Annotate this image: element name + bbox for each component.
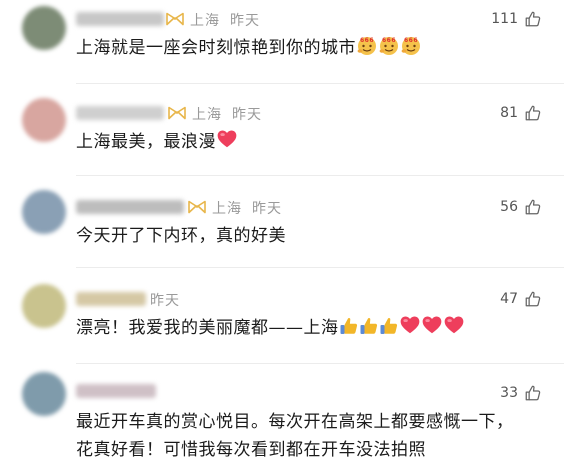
comment-body-line: 花真好看！可惜我每次看到都在开车没法拍照 (76, 440, 426, 460)
comment-body: 上海就是一座会时刻惊艳到你的城市 (76, 38, 356, 58)
comment-meta: 上海 昨天 (212, 198, 282, 218)
like-count: 81 (500, 105, 518, 121)
thumbs-up-emoji-icon (339, 316, 359, 336)
comment-text: 上海就是一座会时刻惊艳到你的城市 (76, 34, 422, 62)
comment-body-line: 最近开车真的赏心悦目。每次开在高架上都要感慨一下， (76, 412, 514, 432)
thumbs-up-outline-icon (524, 104, 542, 122)
like-button[interactable]: 56 (500, 198, 542, 216)
thumbs-up-outline-icon (524, 290, 542, 308)
666-face-emoji-icon (356, 34, 378, 56)
like-button[interactable]: 33 (500, 384, 542, 402)
heart-emoji-icon (421, 314, 443, 336)
avatar[interactable] (22, 372, 66, 416)
username[interactable] (76, 384, 156, 398)
avatar[interactable] (22, 98, 66, 142)
comment-body: 漂亮！我爱我的美丽魔都——上海 (76, 318, 339, 338)
like-count: 56 (500, 199, 518, 215)
avatar[interactable] (22, 6, 66, 50)
comment-time: 昨天 (232, 107, 262, 123)
comment-text: 上海最美，最浪漫 (76, 128, 238, 156)
comment-text: 最近开车真的赏心悦目。每次开在高架上都要感慨一下， 花真好看！可惜我每次看到都在… (76, 408, 514, 464)
heart-emoji-icon (216, 128, 238, 150)
vip-icon (188, 200, 206, 214)
username[interactable] (76, 200, 184, 214)
666-face-emoji-icon (400, 34, 422, 56)
like-count: 33 (500, 385, 518, 401)
comment-text: 漂亮！我爱我的美丽魔都——上海 (76, 314, 465, 342)
like-button[interactable]: 111 (491, 10, 542, 28)
comment-item: 上海 昨天 111 上海就是一座会时刻惊艳到你的城市 (0, 0, 564, 84)
comment-location: 上海 (212, 201, 242, 217)
comment-item: 昨天 47 漂亮！我爱我的美丽魔都——上海 (0, 268, 564, 364)
avatar[interactable] (22, 284, 66, 328)
thumbs-up-emoji-icon (379, 316, 399, 336)
username[interactable] (76, 12, 164, 26)
comment-item: 33 最近开车真的赏心悦目。每次开在高架上都要感慨一下， 花真好看！可惜我每次看… (0, 364, 564, 463)
avatar[interactable] (22, 190, 66, 234)
comment-meta: 昨天 (150, 290, 180, 310)
comment-location: 上海 (190, 13, 220, 29)
like-button[interactable]: 81 (500, 104, 542, 122)
username[interactable] (76, 292, 146, 306)
thumbs-up-outline-icon (524, 198, 542, 216)
vip-icon (168, 106, 186, 120)
comment-meta: 上海 昨天 (192, 104, 262, 124)
666-face-emoji-icon (378, 34, 400, 56)
comment-text: 今天开了下内环，真的好美 (76, 222, 286, 250)
comment-meta: 上海 昨天 (190, 10, 260, 30)
comment-body: 上海最美，最浪漫 (76, 132, 216, 152)
thumbs-up-outline-icon (524, 384, 542, 402)
like-button[interactable]: 47 (500, 290, 542, 308)
username[interactable] (76, 106, 164, 120)
like-count: 111 (491, 11, 518, 27)
vip-icon (166, 12, 184, 26)
heart-emoji-icon (443, 314, 465, 336)
comment-time: 昨天 (252, 201, 282, 217)
thumbs-up-emoji-icon (359, 316, 379, 336)
comment-item: 上海 昨天 81 上海最美，最浪漫 (0, 84, 564, 176)
like-count: 47 (500, 291, 518, 307)
heart-emoji-icon (399, 314, 421, 336)
comment-time: 昨天 (150, 293, 180, 309)
comment-body: 今天开了下内环，真的好美 (76, 226, 286, 246)
comment-time: 昨天 (230, 13, 260, 29)
thumbs-up-outline-icon (524, 10, 542, 28)
comment-item: 上海 昨天 56 今天开了下内环，真的好美 (0, 176, 564, 268)
comment-location: 上海 (192, 107, 222, 123)
